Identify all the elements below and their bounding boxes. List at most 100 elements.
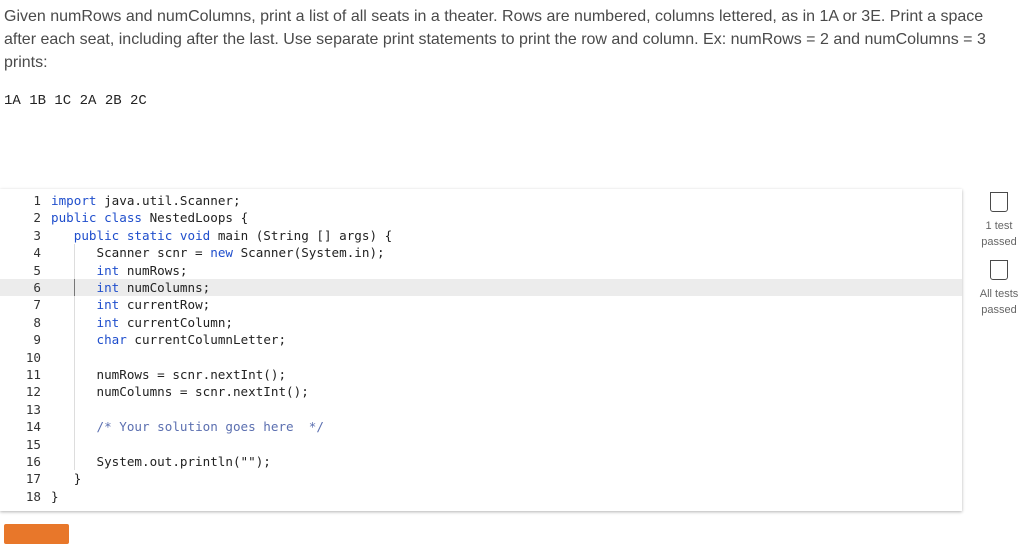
code-line[interactable]: 5 int numRows;: [0, 261, 962, 279]
indent-guide: [73, 453, 75, 471]
code-text: numRows = scnr.nextInt();: [51, 366, 286, 383]
code-text: public static void main (String [] args)…: [51, 227, 392, 244]
code-token: currentColumn;: [119, 314, 233, 330]
code-token: }: [51, 488, 59, 504]
code-text: Scanner scnr = new Scanner(System.in);: [51, 244, 385, 261]
test-status-1: 1 test passed: [974, 192, 1024, 250]
code-line[interactable]: 16 System.out.println("");: [0, 453, 962, 471]
code-token: numColumns = scnr.nextInt();: [51, 384, 309, 400]
code-text: }: [51, 488, 59, 505]
code-token: Scanner(System.in);: [232, 245, 385, 261]
code-line[interactable]: 3 public static void main (String [] arg…: [0, 227, 962, 244]
test-status-label: 1 test passed: [981, 220, 1017, 248]
checkbox-icon: [990, 192, 1008, 212]
code-token: numRows;: [119, 262, 188, 278]
code-editor[interactable]: 1 import java.util.Scanner; 2 public class …: [0, 189, 962, 511]
line-number: 1: [33, 193, 41, 208]
code-keyword: int: [96, 262, 120, 278]
line-number: 10: [25, 349, 41, 365]
code-token: System.out.println("");: [51, 454, 271, 469]
code-keyword: public static void: [73, 227, 211, 243]
problem-statement: Given numRows and numColumns, print a li…: [4, 8, 986, 71]
code-token: currentColumnLetter;: [126, 332, 287, 348]
code-keyword: public class: [51, 210, 142, 226]
line-number: 14: [25, 419, 41, 435]
code-line[interactable]: 6 int numColumns;: [0, 279, 962, 297]
code-keyword: int: [96, 314, 120, 330]
code-comment: /* Your solution goes here */: [96, 419, 324, 435]
indent-guide: [73, 418, 75, 436]
code-line[interactable]: 17 }: [0, 470, 962, 487]
indent-guide: [73, 313, 75, 332]
indent-guide: [73, 261, 75, 279]
code-text: int numRows;: [51, 262, 188, 279]
indent-guide: [73, 348, 75, 366]
code-text: int numColumns;: [51, 279, 211, 296]
indent-guide: [73, 331, 75, 349]
code-line[interactable]: 13: [0, 400, 962, 419]
code-line[interactable]: 8 int currentColumn;: [0, 313, 962, 332]
indent-guide: [73, 383, 75, 401]
code-token: currentRow;: [119, 297, 211, 313]
code-text: /* Your solution goes here */: [51, 418, 324, 435]
code-token: numColumns;: [119, 280, 211, 295]
code-token: Scanner scnr =: [51, 245, 211, 261]
code-text: }: [51, 470, 82, 487]
code-text: char currentColumnLetter;: [51, 331, 287, 348]
code-line[interactable]: 12 numColumns = scnr.nextInt();: [0, 383, 962, 401]
line-number: 11: [25, 367, 41, 382]
code-text: System.out.println("");: [51, 453, 271, 470]
line-number: 15: [25, 436, 41, 452]
line-number: 8: [33, 314, 41, 330]
code-keyword: new: [210, 245, 233, 261]
code-token: main (String [] args) {: [210, 227, 393, 243]
code-line[interactable]: 18}: [0, 488, 962, 505]
example-output: 1A 1B 1C 2A 2B 2C: [4, 93, 147, 109]
line-number: 2: [33, 210, 41, 226]
code-line[interactable]: 7 int currentRow;: [0, 296, 962, 314]
code-keyword: int: [96, 297, 120, 313]
code-line[interactable]: 4 Scanner scnr = new Scanner(System.in);: [0, 244, 962, 262]
code-token: numRows = scnr.nextInt();: [51, 367, 287, 382]
code-line[interactable]: 15: [0, 435, 962, 453]
line-number: 18: [25, 488, 41, 504]
test-status-label: All tests passed: [979, 288, 1019, 316]
code-line[interactable]: 14 /* Your solution goes here */: [0, 418, 962, 436]
line-number: 6: [33, 280, 41, 295]
code-token: java.util.Scanner;: [96, 193, 241, 208]
code-text: int currentColumn;: [51, 314, 233, 331]
run-button[interactable]: [4, 524, 69, 544]
code-text: import java.util.Scanner;: [51, 192, 241, 209]
line-number: 7: [33, 297, 41, 313]
text-cursor: [73, 279, 75, 296]
code-text: int currentRow;: [51, 296, 211, 313]
code-line[interactable]: 9 char currentColumnLetter;: [0, 331, 962, 349]
code-line[interactable]: 2 public class NestedLoops {: [0, 209, 962, 226]
code-line[interactable]: 11 numRows = scnr.nextInt();: [0, 366, 962, 384]
code-line[interactable]: 1 import java.util.Scanner;: [0, 192, 962, 209]
indent-guide: [73, 244, 75, 262]
code-token: NestedLoops {: [142, 210, 249, 226]
indent-guide: [73, 366, 75, 384]
code-line[interactable]: 10: [0, 348, 962, 366]
line-number: 16: [25, 454, 41, 469]
line-number: 12: [25, 384, 41, 400]
code-keyword: int: [96, 280, 120, 295]
checkbox-icon: [990, 260, 1008, 280]
code-keyword: import: [51, 193, 97, 208]
code-text: numColumns = scnr.nextInt();: [51, 383, 309, 400]
code-text: public class NestedLoops {: [51, 209, 248, 226]
test-status-2: All tests passed: [974, 260, 1024, 318]
line-number: 13: [25, 401, 41, 417]
line-number: 5: [33, 262, 41, 278]
line-number: 4: [33, 245, 41, 261]
code-token: }: [51, 471, 82, 487]
indent-guide: [73, 296, 75, 314]
line-number: 17: [25, 471, 41, 487]
indent-guide: [73, 435, 75, 453]
indent-guide: [73, 400, 75, 419]
line-number: 9: [33, 332, 41, 348]
code-keyword: char: [96, 332, 127, 348]
line-number: 3: [33, 227, 41, 243]
